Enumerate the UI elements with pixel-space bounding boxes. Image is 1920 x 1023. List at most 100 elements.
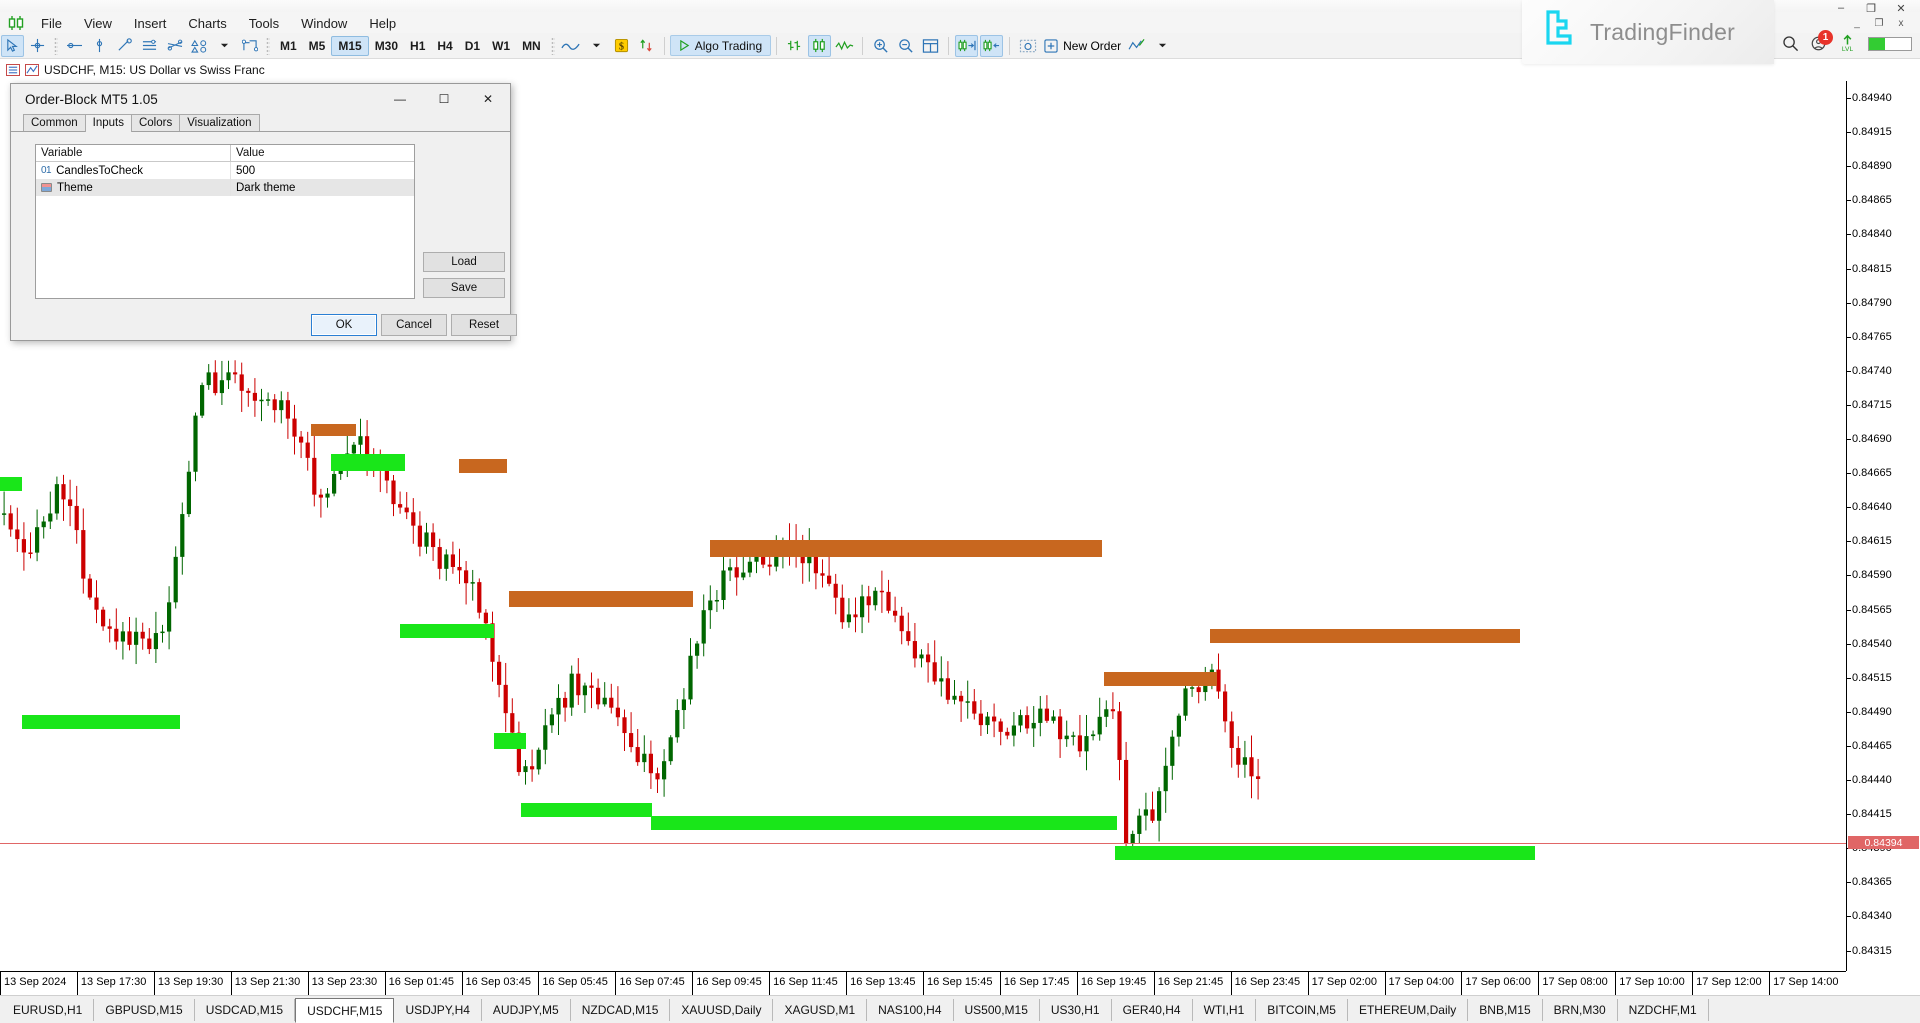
candle-body (1025, 715, 1029, 728)
symbol-tab-nzdcad-m15[interactable]: NZDCAD,M15 (571, 999, 671, 1021)
vertical-line-icon[interactable] (88, 35, 111, 57)
timeframe-w1[interactable]: W1 (486, 36, 516, 56)
symbol-tab-eurusd-h1[interactable]: EURUSD,H1 (2, 999, 94, 1021)
save-button[interactable]: Save (423, 278, 505, 298)
inner-minimize-button[interactable]: _ (1846, 16, 1868, 30)
tab-visualization[interactable]: Visualization (179, 114, 259, 131)
symbol-tab-usdchf-m15[interactable]: USDCHF,M15 (295, 998, 394, 1023)
candlestick-chart-icon[interactable] (808, 35, 831, 57)
line-chart-icon[interactable] (560, 35, 583, 57)
tab-colors[interactable]: Colors (131, 114, 180, 131)
symbol-tab-ger40-h4[interactable]: GER40,H4 (1112, 999, 1193, 1021)
symbol-tab-bar[interactable]: EURUSD,H1GBPUSD,M15USDCAD,M15USDCHF,M15U… (0, 995, 1920, 1023)
tab-common[interactable]: Common (23, 114, 86, 131)
dialog-minimize-button[interactable]: — (378, 84, 422, 113)
autoscroll-icon[interactable] (955, 35, 978, 57)
inner-close-button[interactable]: x (1890, 16, 1912, 30)
price-tick-label: 0.84740 (1852, 365, 1892, 377)
symbol-tab-bnb-m15[interactable]: BNB,M15 (1468, 999, 1542, 1021)
price-axis[interactable]: 0.849400.849150.848900.848650.848400.848… (1846, 81, 1920, 971)
channel-icon[interactable] (138, 35, 161, 57)
symbol-tab-xauusd-daily[interactable]: XAUUSD,Daily (670, 999, 773, 1021)
cancel-button[interactable]: Cancel (381, 314, 447, 336)
templates-icon[interactable] (1126, 35, 1149, 57)
timeframe-m5[interactable]: M5 (303, 36, 332, 56)
menu-view[interactable]: View (73, 14, 123, 33)
tab-inputs[interactable]: Inputs (85, 114, 132, 132)
symbol-tab-audjpy-m5[interactable]: AUDJPY,M5 (482, 999, 571, 1021)
symbol-tab-ethereum-daily[interactable]: ETHEREUM,Daily (1348, 999, 1468, 1021)
lvl-icon[interactable]: LVL (1838, 34, 1857, 53)
chevron-down-icon-2[interactable] (585, 35, 608, 57)
menu-tools[interactable]: Tools (238, 14, 290, 33)
new-order-button[interactable]: New Order (1040, 35, 1125, 56)
tile-windows-icon[interactable] (919, 35, 942, 57)
window-close-button[interactable]: ✕ (1886, 0, 1916, 16)
menu-help[interactable]: Help (358, 14, 407, 33)
candle-body (1190, 687, 1194, 689)
candle-body (273, 399, 277, 410)
zoom-out-icon[interactable] (894, 35, 917, 57)
text-object-icon[interactable] (238, 35, 261, 57)
fibonacci-icon[interactable] (163, 35, 186, 57)
bar-chart-icon[interactable] (783, 35, 806, 57)
time-axis[interactable]: 13 Sep 202413 Sep 17:3013 Sep 19:3013 Se… (0, 971, 1846, 995)
order-block-settings-dialog[interactable]: Order-Block MT5 1.05 — ☐ ✕ Common Inputs… (10, 83, 511, 341)
timeframe-mn[interactable]: MN (516, 36, 547, 56)
table-row[interactable]: 01 CandlesToCheck 500 (36, 162, 414, 179)
candle-body (999, 721, 1003, 731)
symbol-tab-brn-m30[interactable]: BRN,M30 (1543, 999, 1618, 1021)
zoom-in-icon[interactable] (869, 35, 892, 57)
symbol-tab-gbpusd-m15[interactable]: GBPUSD,M15 (94, 999, 194, 1021)
notification-icon[interactable]: 1 (1810, 35, 1827, 52)
trendline-icon[interactable] (113, 35, 136, 57)
candle-body (464, 570, 468, 583)
symbol-tab-nas100-h4[interactable]: NAS100,H4 (867, 999, 953, 1021)
timeframe-h1[interactable]: H1 (404, 36, 431, 56)
symbol-tab-usdjpy-h4[interactable]: USDJPY,H4 (394, 999, 481, 1021)
chevron-down-icon-3[interactable] (1151, 35, 1174, 57)
symbol-tab-xagusd-m1[interactable]: XAGUSD,M1 (773, 999, 867, 1021)
dialog-close-button[interactable]: ✕ (466, 84, 510, 113)
symbol-tab-wti-h1[interactable]: WTI,H1 (1193, 999, 1257, 1021)
load-button[interactable]: Load (423, 252, 505, 272)
window-maximize-button[interactable]: ❐ (1856, 0, 1886, 16)
timeframe-m1[interactable]: M1 (274, 36, 303, 56)
window-minimize-button[interactable]: – (1826, 0, 1856, 16)
symbol-tab-us500-m15[interactable]: US500,M15 (954, 999, 1040, 1021)
timeframe-d1[interactable]: D1 (459, 36, 486, 56)
dialog-maximize-button[interactable]: ☐ (422, 84, 466, 113)
timeframe-m30[interactable]: M30 (369, 36, 404, 56)
ok-button[interactable]: OK (311, 314, 377, 336)
timeframe-h4[interactable]: H4 (431, 36, 458, 56)
cursor-icon[interactable] (1, 35, 24, 57)
chart-shift-icon[interactable] (980, 35, 1003, 57)
price-tick-label: 0.84840 (1852, 228, 1892, 240)
inputs-grid[interactable]: Variable Value 01 CandlesToCheck 500 The… (35, 144, 415, 299)
crosshair-icon[interactable] (26, 35, 49, 57)
menu-insert[interactable]: Insert (123, 14, 178, 33)
reset-button[interactable]: Reset (451, 314, 517, 336)
menu-charts[interactable]: Charts (177, 14, 237, 33)
symbol-tab-nzdchf-m1[interactable]: NZDCHF,M1 (1618, 999, 1709, 1021)
symbol-tab-usdcad-m15[interactable]: USDCAD,M15 (195, 999, 295, 1021)
value-cell[interactable]: Dark theme (230, 179, 414, 196)
candle-body (81, 530, 85, 579)
inner-restore-button[interactable]: ❐ (1868, 16, 1890, 30)
search-icon[interactable] (1782, 35, 1799, 52)
symbol-tab-bitcoin-m5[interactable]: BITCOIN,M5 (1256, 999, 1348, 1021)
screenshot-icon[interactable] (1016, 35, 1039, 57)
dollar-icon[interactable]: $ (610, 35, 633, 57)
chevron-down-icon[interactable] (213, 35, 236, 57)
algo-trading-button[interactable]: Algo Trading (670, 35, 771, 56)
shapes-icon[interactable] (188, 35, 211, 57)
menu-file[interactable]: File (30, 14, 73, 33)
horizontal-line-icon[interactable] (63, 35, 86, 57)
timeframe-m15[interactable]: M15 (331, 36, 368, 56)
line-mode-icon[interactable] (833, 35, 856, 57)
menu-window[interactable]: Window (290, 14, 358, 33)
table-row[interactable]: Theme Dark theme (36, 179, 414, 196)
symbol-tab-us30-h1[interactable]: US30,H1 (1040, 999, 1112, 1021)
value-cell[interactable]: 500 (230, 162, 414, 179)
indicators-icon[interactable] (635, 35, 658, 57)
